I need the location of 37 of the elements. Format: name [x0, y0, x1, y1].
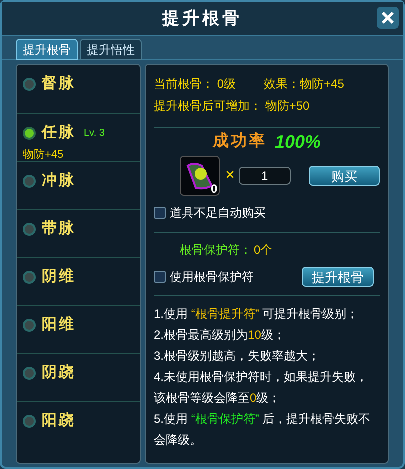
meridian-name[interactable]: 督脉 [42, 73, 76, 96]
upgrade-button[interactable]: 提升根骨 [302, 267, 374, 287]
buy-button[interactable]: 购买 [308, 166, 380, 186]
meridian-name[interactable]: 冲脉 [42, 170, 76, 192]
meridian-name[interactable]: 阳跷 [42, 410, 76, 432]
rule-note: 3.根骨级别越高，失败率越大； [154, 348, 322, 365]
auto-buy-checkbox[interactable] [154, 207, 166, 219]
rule-note: 1.使用 “根骨提升符” 可提升根骨级别； [154, 306, 360, 323]
bonus-text: 物防+45 [23, 148, 64, 162]
level-text: Lv. 3 [84, 126, 105, 141]
window-title: 提升根骨 [162, 8, 242, 30]
meridian-name[interactable]: 阴跷 [42, 362, 76, 384]
auto-buy-label: 道具不足自动购买 [170, 205, 266, 222]
rule-note: 5.使用 “根骨保护符” 后，提升根骨失败不会降级。 [154, 411, 372, 449]
success-rate-value: 100% [274, 130, 322, 154]
use-protect-checkbox[interactable] [154, 271, 166, 283]
meridian-name[interactable]: 阳维 [42, 314, 76, 336]
protect-count-label: 根骨保护符： [180, 242, 252, 259]
close-icon [381, 11, 395, 25]
use-protect-label: 使用根骨保护符 [170, 269, 254, 286]
current-level-text: 当前根骨： 0级 [154, 76, 236, 93]
meridian-name[interactable]: 带脉 [42, 218, 76, 240]
item-count: 0 [210, 181, 218, 198]
rule-note: 2.根骨最高级别为10级； [154, 327, 286, 344]
rule-note: 4.未使用根骨保护符时，如果提升失败，该根骨等级会降至0级； [154, 369, 370, 407]
multiply-sign: × [226, 166, 236, 186]
tab[interactable]: 提升根骨 [16, 39, 78, 60]
effect-text: 效果：物防+45 [264, 76, 344, 93]
quantity-field[interactable]: 1 [239, 167, 291, 185]
increase-text: 提升根骨后可增加： 物防+50 [154, 98, 311, 115]
meridian-name[interactable]: 阴维 [42, 266, 76, 288]
tab[interactable]: 提升悟性 [80, 39, 142, 60]
success-rate-label: 成功率 [212, 131, 267, 152]
meridian-name[interactable]: 任脉 [42, 122, 76, 144]
item-slot[interactable]: 0 [180, 156, 220, 196]
protect-count: 0个 [254, 242, 273, 259]
close-button[interactable] [377, 7, 399, 29]
